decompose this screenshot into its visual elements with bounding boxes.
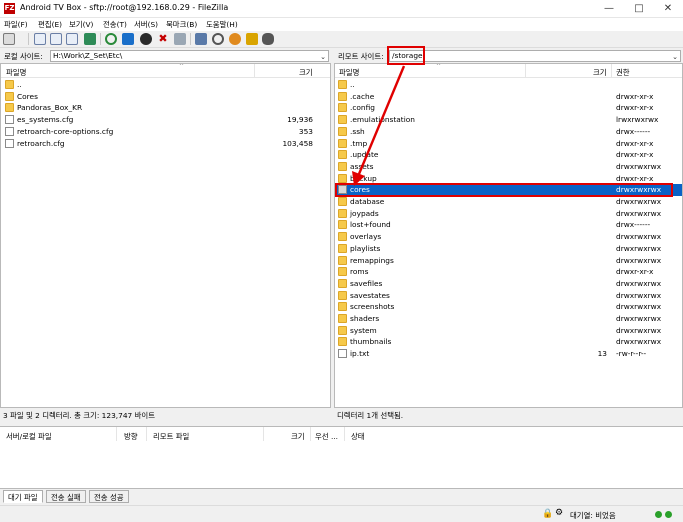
annotation-arrow xyxy=(352,65,406,186)
